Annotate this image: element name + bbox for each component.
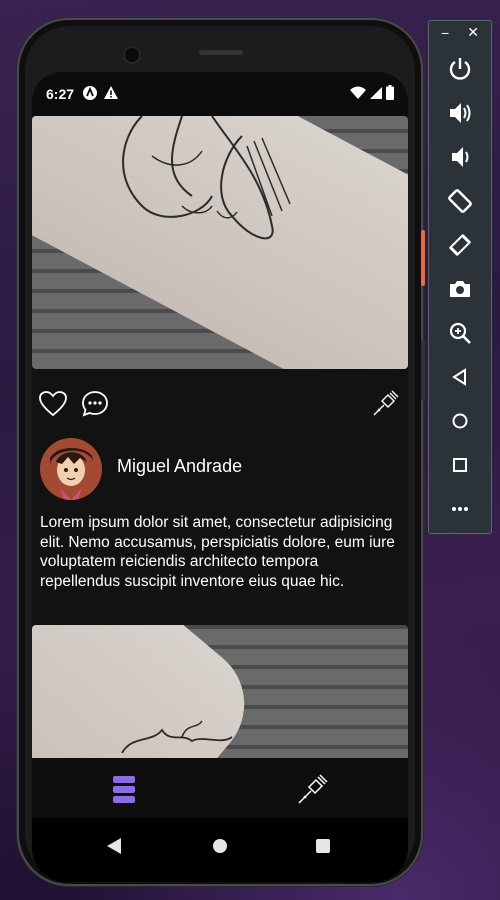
heart-icon[interactable]	[38, 389, 68, 419]
recents-button[interactable]	[316, 839, 330, 853]
tattoo-machine-icon[interactable]	[370, 389, 400, 419]
volume-side-button[interactable]	[421, 230, 425, 286]
tattoo-drawing-2	[121, 720, 233, 754]
status-indicators	[350, 85, 394, 100]
rotate-left-icon[interactable]	[445, 186, 475, 216]
bottom-navigation	[32, 758, 408, 818]
more-icon[interactable]	[445, 494, 475, 524]
front-camera	[123, 46, 141, 64]
back-icon[interactable]	[445, 362, 475, 392]
comment-icon[interactable]	[80, 389, 110, 419]
avatar[interactable]	[40, 438, 102, 500]
phone-screen: 6:27 Miguel Andrade Lorem ipsum dolor si…	[32, 72, 408, 882]
post-image-2[interactable]	[32, 625, 408, 758]
back-button[interactable]	[107, 838, 121, 854]
phone-frame: 6:27 Miguel Andrade Lorem ipsum dolor si…	[17, 18, 425, 886]
emulator-toolbar: − ✕	[428, 20, 492, 534]
post-image[interactable]	[32, 116, 408, 369]
feed-icon[interactable]	[106, 772, 142, 808]
zoom-icon[interactable]	[445, 318, 475, 348]
power-side-button[interactable]	[421, 340, 425, 400]
app-icon	[83, 86, 97, 100]
power-icon[interactable]	[445, 54, 475, 84]
earpiece-speaker	[199, 50, 243, 55]
warning-icon	[104, 86, 118, 99]
close-button[interactable]: ✕	[467, 24, 479, 41]
toolbar-titlebar: − ✕	[429, 21, 491, 47]
post-author[interactable]: Miguel Andrade	[40, 438, 400, 504]
tattoo-machine-nav-icon[interactable]	[294, 772, 330, 808]
post-actions	[32, 381, 408, 431]
status-bar: 6:27	[32, 72, 408, 116]
overview-icon[interactable]	[445, 450, 475, 480]
battery-icon	[386, 85, 394, 100]
rotate-right-icon[interactable]	[445, 230, 475, 260]
signal-icon	[370, 86, 382, 99]
volume-up-icon[interactable]	[445, 98, 475, 128]
volume-down-icon[interactable]	[445, 142, 475, 172]
author-name[interactable]: Miguel Andrade	[117, 456, 242, 477]
feed-list[interactable]: Miguel Andrade Lorem ipsum dolor sit ame…	[32, 116, 408, 758]
system-navigation-bar	[32, 818, 408, 882]
wifi-icon	[350, 86, 366, 99]
status-time: 6:27	[46, 86, 75, 102]
post-caption: Lorem ipsum dolor sit amet, consectetur …	[40, 514, 395, 590]
minimize-button[interactable]: −	[441, 25, 449, 41]
avatar-illustration	[40, 438, 102, 500]
home-button[interactable]	[213, 839, 227, 853]
home-icon[interactable]	[445, 406, 475, 436]
camera-icon[interactable]	[445, 274, 475, 304]
tattoo-drawing	[122, 116, 291, 240]
